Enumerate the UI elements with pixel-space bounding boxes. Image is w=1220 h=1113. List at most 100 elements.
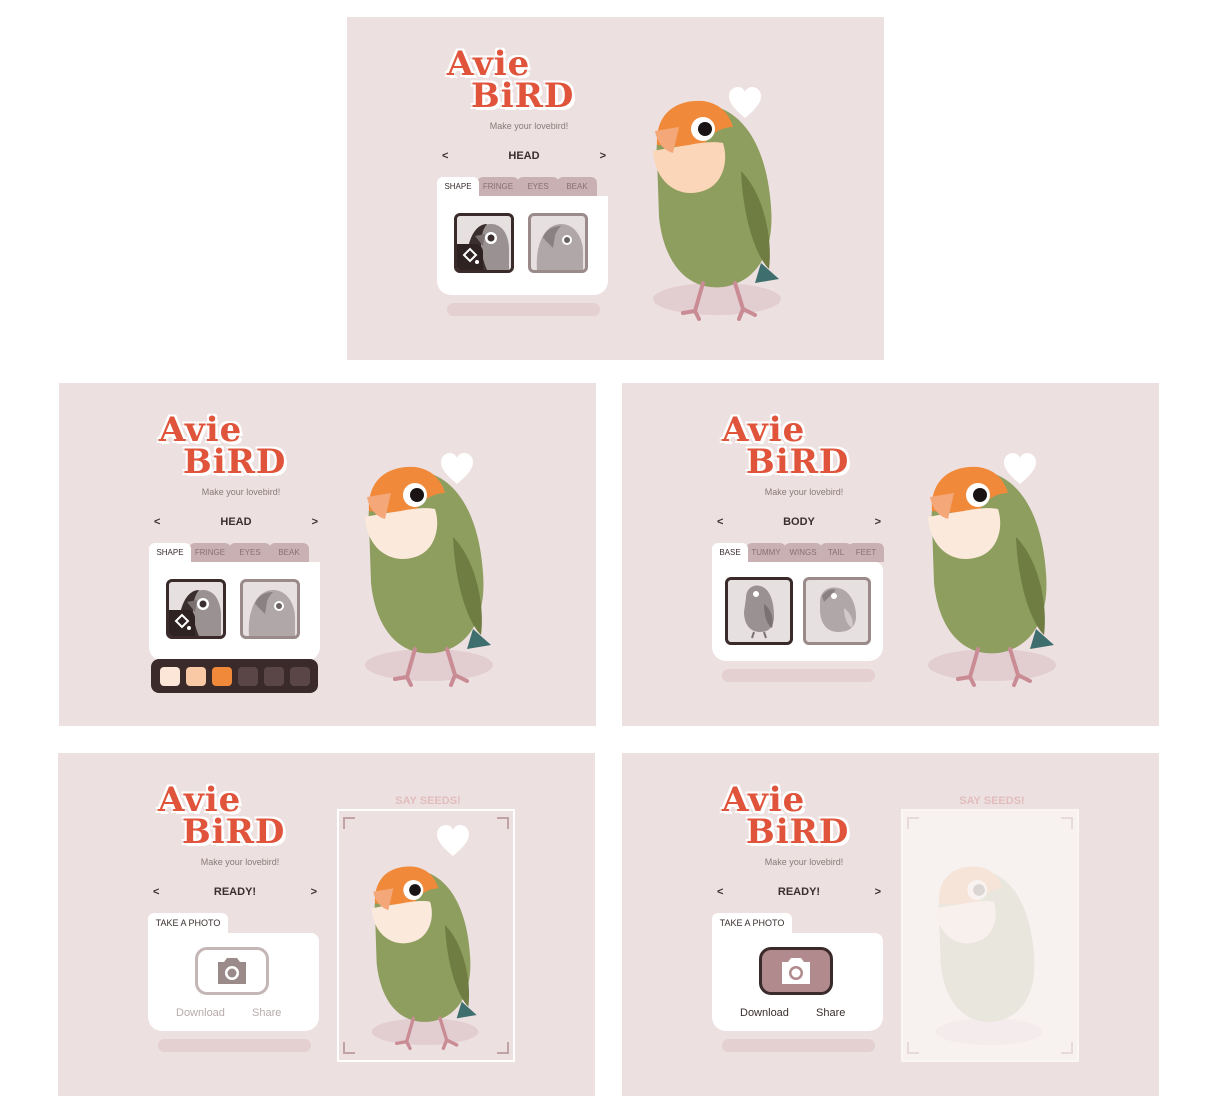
screen-body-base: Avie BiRD Make your lovebird! < BODY > T… bbox=[622, 383, 1159, 726]
heart-icon bbox=[437, 825, 469, 856]
camera-icon bbox=[218, 958, 246, 984]
head-shape-option-2[interactable] bbox=[528, 213, 588, 273]
download-button[interactable]: Download bbox=[176, 1007, 225, 1019]
options-card bbox=[437, 196, 608, 295]
next-section-button[interactable]: > bbox=[600, 150, 606, 162]
tagline: Make your lovebird! bbox=[201, 487, 281, 497]
next-section-button[interactable]: > bbox=[312, 516, 318, 528]
share-button[interactable]: Share bbox=[252, 1007, 281, 1019]
frame-corner bbox=[343, 1042, 355, 1054]
tagline: Make your lovebird! bbox=[489, 121, 569, 131]
photo-card: Download Share bbox=[712, 933, 883, 1031]
photo-frame bbox=[337, 809, 515, 1062]
color-swatch-6[interactable] bbox=[290, 667, 310, 686]
section-title: HEAD bbox=[220, 516, 252, 528]
color-swatch-2[interactable] bbox=[186, 667, 206, 686]
tagline: Make your lovebird! bbox=[200, 857, 280, 867]
section-title: READY! bbox=[777, 886, 821, 898]
tagline: Make your lovebird! bbox=[764, 487, 844, 497]
tab-fringe[interactable]: FRINGE bbox=[477, 177, 519, 196]
tab-eyes[interactable]: EYES bbox=[229, 543, 271, 562]
paint-bucket-icon bbox=[462, 247, 479, 264]
bird-body-round-icon bbox=[820, 587, 856, 632]
app-logo: Avie BiRD bbox=[158, 783, 308, 853]
photo-caption: SAY SEEDS! bbox=[395, 795, 461, 807]
screen-head-color: Avie BiRD Make your lovebird! < HEAD > F… bbox=[59, 383, 596, 726]
download-button[interactable]: Download bbox=[740, 1007, 789, 1019]
screen-photo-taken: Avie BiRD Make your lovebird! < READY! >… bbox=[622, 753, 1159, 1096]
color-palette bbox=[151, 659, 318, 693]
section-nav: < HEAD > bbox=[152, 516, 320, 532]
color-swatch-1[interactable] bbox=[160, 667, 180, 686]
tab-base[interactable]: BASE bbox=[712, 543, 748, 562]
head-shape-option-1[interactable] bbox=[454, 213, 514, 273]
bird-head-round-icon bbox=[248, 590, 295, 636]
tab-beak[interactable]: BEAK bbox=[557, 177, 597, 196]
logo-line-2: BiRD bbox=[471, 76, 575, 116]
camera-button[interactable] bbox=[195, 947, 269, 995]
screen-head-shape: Avie BiRD Make your lovebird! < HEAD > F… bbox=[347, 17, 884, 360]
frame-corner bbox=[1061, 817, 1073, 829]
progress-bar bbox=[158, 1039, 311, 1052]
tab-tummy[interactable]: TUMMY bbox=[746, 543, 786, 562]
tab-feet[interactable]: FEET bbox=[848, 543, 884, 562]
body-base-option-1[interactable] bbox=[725, 577, 793, 645]
options-card bbox=[712, 562, 883, 661]
lovebird-preview bbox=[371, 866, 479, 1050]
app-logo: Avie BiRD bbox=[159, 413, 309, 483]
frame-corner bbox=[907, 817, 919, 829]
frame-corner bbox=[497, 817, 509, 829]
section-nav: < HEAD > bbox=[440, 150, 608, 166]
lovebird-preview bbox=[365, 466, 493, 687]
color-swatch-4[interactable] bbox=[238, 667, 258, 686]
progress-bar bbox=[722, 669, 875, 682]
app-logo: Avie BiRD bbox=[447, 47, 597, 117]
progress-bar bbox=[447, 303, 600, 316]
photo-caption: SAY SEEDS! bbox=[959, 795, 1025, 807]
tab-shape[interactable]: SHAPE bbox=[149, 543, 191, 562]
photo-frame-flash bbox=[901, 809, 1079, 1062]
tab-take-a-photo[interactable]: TAKE A PHOTO bbox=[712, 913, 792, 933]
frame-corner bbox=[343, 817, 355, 829]
head-shape-option-2[interactable] bbox=[240, 579, 300, 639]
color-swatch-5[interactable] bbox=[264, 667, 284, 686]
app-logo: Avie BiRD bbox=[722, 413, 872, 483]
share-button[interactable]: Share bbox=[816, 1007, 845, 1019]
camera-icon bbox=[782, 958, 810, 984]
paint-bucket-button[interactable] bbox=[169, 610, 195, 636]
tab-wings[interactable]: WINGS bbox=[784, 543, 822, 562]
next-section-button[interactable]: > bbox=[875, 516, 881, 528]
camera-button[interactable] bbox=[759, 947, 833, 995]
body-base-option-2[interactable] bbox=[803, 577, 871, 645]
tab-eyes[interactable]: EYES bbox=[517, 177, 559, 196]
section-nav: < READY! > bbox=[715, 886, 883, 902]
app-logo: Avie BiRD bbox=[722, 783, 872, 853]
lovebird-preview bbox=[653, 100, 781, 321]
next-section-button[interactable]: > bbox=[875, 886, 881, 898]
section-nav: < BODY > bbox=[715, 516, 883, 532]
tagline: Make your lovebird! bbox=[764, 857, 844, 867]
progress-bar bbox=[722, 1039, 875, 1052]
photo-card: Download Share bbox=[148, 933, 319, 1031]
logo-line-2: BiRD bbox=[746, 812, 850, 852]
next-section-button[interactable]: > bbox=[311, 886, 317, 898]
logo-line-2: BiRD bbox=[182, 812, 286, 852]
lovebird-preview-faded bbox=[935, 866, 1043, 1045]
bird-body-slim-icon bbox=[744, 585, 774, 639]
head-shape-option-1[interactable] bbox=[166, 579, 226, 639]
tab-take-a-photo[interactable]: TAKE A PHOTO bbox=[148, 913, 228, 933]
screen-ready: Avie BiRD Make your lovebird! < READY! >… bbox=[58, 753, 595, 1096]
logo-line-2: BiRD bbox=[183, 442, 287, 482]
tab-beak[interactable]: BEAK bbox=[269, 543, 309, 562]
paint-bucket-icon bbox=[174, 613, 191, 630]
section-title: BODY bbox=[783, 516, 815, 528]
frame-corner bbox=[907, 1042, 919, 1054]
section-title: HEAD bbox=[508, 150, 540, 162]
color-swatch-3[interactable] bbox=[212, 667, 232, 686]
section-nav: < READY! > bbox=[151, 886, 319, 902]
paint-bucket-button[interactable] bbox=[457, 244, 483, 270]
tab-shape[interactable]: SHAPE bbox=[437, 177, 479, 196]
section-title: READY! bbox=[213, 886, 257, 898]
options-card bbox=[149, 562, 320, 661]
tab-fringe[interactable]: FRINGE bbox=[189, 543, 231, 562]
